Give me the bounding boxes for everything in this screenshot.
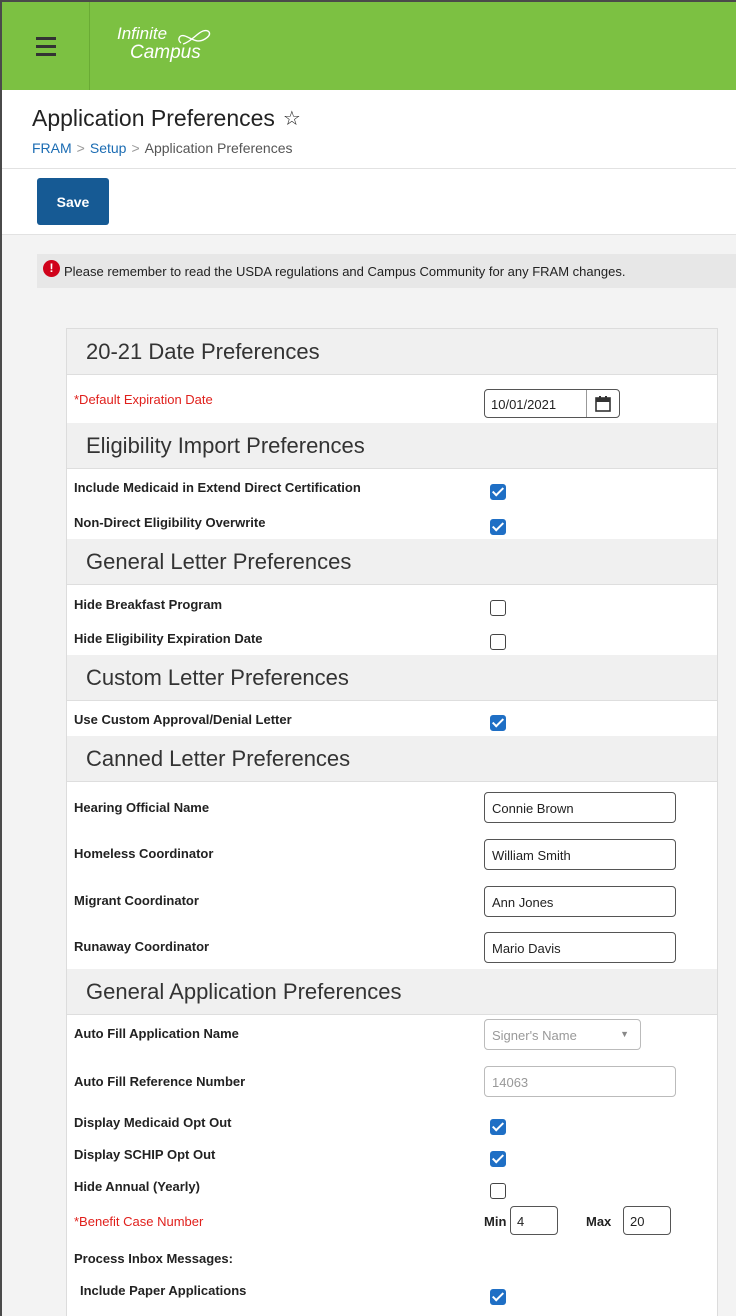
medicaid-opt-out-checkbox[interactable] — [490, 1119, 506, 1135]
benefit-max-input[interactable]: 20 — [623, 1206, 671, 1235]
breadcrumb-separator-icon: > — [131, 140, 140, 156]
alert-text: Please remember to read the USDA regulat… — [64, 263, 626, 279]
schip-opt-out-checkbox[interactable] — [490, 1151, 506, 1167]
section-eligibility-import: Eligibility Import Preferences — [67, 423, 717, 469]
section-general-application: General Application Preferences — [67, 969, 717, 1015]
app-frame: Infinite Campus Application Preferences … — [0, 0, 736, 1316]
hide-annual-checkbox[interactable] — [490, 1183, 506, 1199]
breadcrumb-fram[interactable]: FRAM — [32, 140, 72, 156]
hide-annual-label: Hide Annual (Yearly) — [74, 1179, 200, 1194]
runaway-coordinator-label: Runaway Coordinator — [74, 939, 210, 954]
default-expiration-date-field[interactable]: 10/01/2021 — [484, 389, 620, 418]
include-paper-label: Include Paper Applications — [80, 1283, 247, 1298]
calendar-icon[interactable] — [594, 395, 612, 413]
alert-banner: ! Please remember to read the USDA regul… — [37, 254, 736, 288]
schip-opt-out-label: Display SCHIP Opt Out — [74, 1147, 216, 1162]
default-expiration-label: *Default Expiration Date — [74, 392, 213, 407]
auto-fill-ref-input[interactable]: 14063 — [484, 1066, 676, 1097]
migrant-coordinator-label: Migrant Coordinator — [74, 893, 199, 908]
use-custom-letter-checkbox[interactable] — [490, 715, 506, 731]
non-direct-overwrite-label: Non-Direct Eligibility Overwrite — [74, 515, 266, 530]
dropdown-caret-icon: ▼ — [620, 1029, 629, 1039]
hide-expiration-checkbox[interactable] — [490, 634, 506, 650]
non-direct-overwrite-checkbox[interactable] — [490, 519, 506, 535]
breadcrumb-separator-icon: > — [76, 140, 85, 156]
benefit-max-label: Max — [586, 1214, 612, 1229]
use-custom-letter-label: Use Custom Approval/Denial Letter — [74, 712, 292, 727]
benefit-min-input[interactable]: 4 — [510, 1206, 558, 1235]
benefit-min-label: Min — [484, 1214, 507, 1229]
default-expiration-value: 10/01/2021 — [491, 397, 557, 412]
homeless-coordinator-input[interactable]: William Smith — [484, 839, 676, 870]
breadcrumb: FRAM > Setup > Application Preferences — [32, 140, 293, 156]
section-custom-letter: Custom Letter Preferences — [67, 655, 717, 701]
hamburger-menu-icon[interactable] — [2, 2, 90, 90]
runaway-coordinator-input[interactable]: Mario Davis — [484, 932, 676, 963]
section-date-preferences: 20-21 Date Preferences — [67, 329, 717, 375]
page-title-text: Application Preferences — [32, 105, 275, 131]
include-medicaid-label: Include Medicaid in Extend Direct Certif… — [74, 480, 361, 495]
breadcrumb-setup[interactable]: Setup — [90, 140, 127, 156]
auto-fill-name-label: Auto Fill Application Name — [74, 1026, 239, 1041]
hide-expiration-label: Hide Eligibility Expiration Date — [74, 631, 263, 646]
include-medicaid-checkbox[interactable] — [490, 484, 506, 500]
section-canned-letter: Canned Letter Preferences — [67, 736, 717, 782]
process-inbox-label: Process Inbox Messages: — [74, 1251, 233, 1266]
hide-breakfast-checkbox[interactable] — [490, 600, 506, 616]
hearing-official-label: Hearing Official Name — [74, 800, 210, 815]
include-paper-checkbox[interactable] — [490, 1289, 506, 1305]
homeless-coordinator-label: Homeless Coordinator — [74, 846, 214, 861]
hearing-official-input[interactable]: Connie Brown — [484, 792, 676, 823]
auto-fill-name-value: Signer's Name — [492, 1028, 577, 1043]
infinite-campus-logo[interactable]: Infinite Campus — [117, 24, 211, 62]
medicaid-opt-out-label: Display Medicaid Opt Out — [74, 1115, 232, 1130]
hide-breakfast-label: Hide Breakfast Program — [74, 597, 223, 612]
migrant-coordinator-input[interactable]: Ann Jones — [484, 886, 676, 917]
top-bar: Infinite Campus — [2, 2, 736, 90]
preferences-panel: 20-21 Date Preferences *Default Expirati… — [66, 328, 718, 1316]
page-title: Application Preferences ☆ — [32, 105, 301, 132]
star-icon[interactable]: ☆ — [283, 106, 301, 131]
section-general-letter: General Letter Preferences — [67, 539, 717, 585]
breadcrumb-current: Application Preferences — [144, 140, 293, 156]
benefit-case-number-label: *Benefit Case Number — [74, 1214, 204, 1229]
infinity-swoosh-icon — [178, 29, 211, 45]
auto-fill-name-select[interactable]: Signer's Name ▼ — [484, 1019, 641, 1050]
save-button[interactable]: Save — [37, 178, 109, 225]
auto-fill-ref-label: Auto Fill Reference Number — [74, 1074, 246, 1089]
alert-exclamation-icon: ! — [43, 259, 60, 277]
header-divider — [2, 168, 736, 169]
